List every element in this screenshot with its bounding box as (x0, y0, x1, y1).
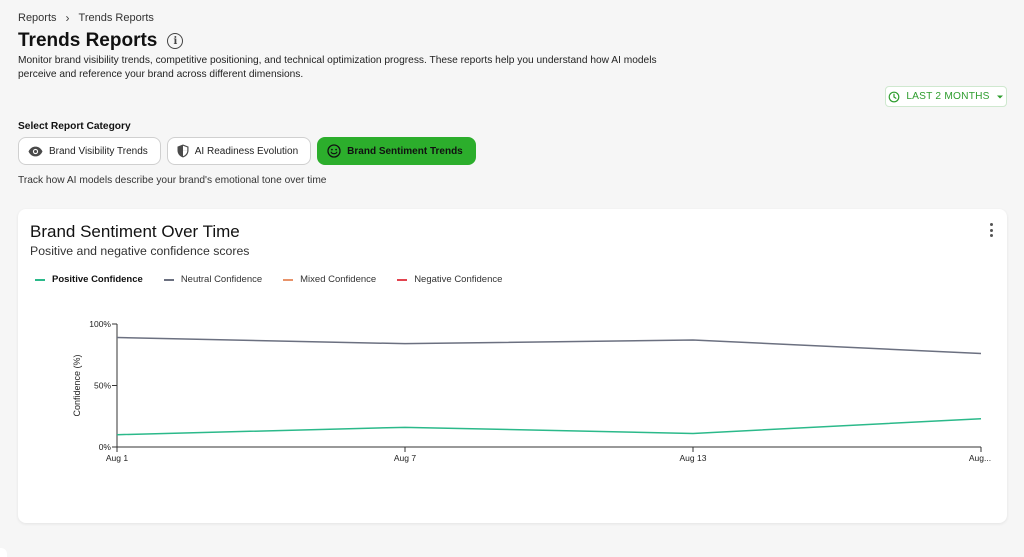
x-tick-label: Aug 7 (394, 453, 416, 463)
breadcrumb-reports-link[interactable]: Reports (18, 12, 57, 24)
category-tabs: Brand Visibility Trends AI Readiness Evo… (18, 137, 476, 165)
tab-ai-readiness-evolution[interactable]: AI Readiness Evolution (166, 137, 312, 165)
x-tick-label: Aug... (969, 453, 991, 463)
tab-label: Brand Visibility Trends (49, 145, 148, 157)
y-tick-label: 100% (89, 319, 111, 329)
tab-label: Brand Sentiment Trends (347, 145, 463, 157)
page-title-row: Trends Reports i (18, 30, 184, 52)
eye-icon (28, 146, 43, 156)
sentiment-line-chart: 0% 50% 100% Aug 1 Aug 7 Aug 13 Aug... Confidenc… (72, 319, 991, 463)
date-range-button[interactable]: LAST 2 MONTHS (885, 86, 1007, 107)
sentiment-chart-card: Brand Sentiment Over Time Positive and n… (18, 209, 1007, 523)
chevron-right-icon: › (65, 11, 70, 25)
y-tick-label: 0% (99, 442, 112, 452)
x-tick-label: Aug 1 (106, 453, 128, 463)
caret-down-icon (996, 95, 1003, 98)
tab-brand-visibility-trends[interactable]: Brand Visibility Trends (18, 137, 161, 165)
tab-label: AI Readiness Evolution (194, 145, 299, 157)
series-line-positive-confidence (116, 417, 982, 436)
smile-icon (327, 144, 341, 158)
series-line-neutral-confidence (116, 336, 982, 355)
category-section-label: Select Report Category (18, 121, 131, 132)
date-range-label: LAST 2 MONTHS (906, 91, 990, 102)
shield-icon (177, 144, 189, 158)
category-description: Track how AI models describe your brand'… (18, 175, 327, 186)
y-tick-label: 50% (94, 381, 111, 391)
clock-icon (888, 91, 900, 102)
info-icon[interactable]: i (167, 33, 184, 49)
page-corner (0, 548, 7, 557)
page-title: Trends Reports (18, 30, 158, 51)
breadcrumb-current: Trends Reports (78, 12, 154, 24)
x-tick-label: Aug 13 (680, 453, 707, 463)
tab-brand-sentiment-trends[interactable]: Brand Sentiment Trends (317, 137, 476, 165)
page-description: Monitor brand visibility trends, competi… (18, 55, 657, 80)
y-axis-label: Confidence (%) (72, 354, 82, 416)
breadcrumb: Reports › Trends Reports (18, 11, 154, 25)
